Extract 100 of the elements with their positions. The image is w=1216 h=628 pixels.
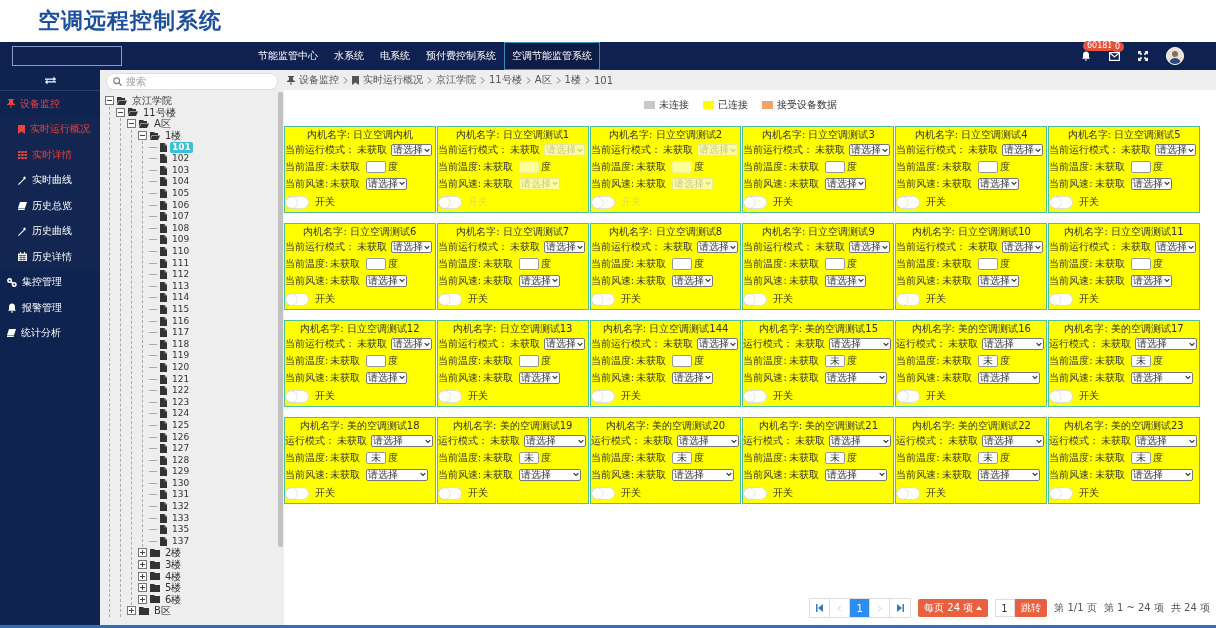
- tree-node[interactable]: 1楼: [163, 130, 184, 142]
- power-switch[interactable]: [1049, 292, 1074, 306]
- power-switch[interactable]: [1049, 389, 1074, 403]
- tree-leaf[interactable]: 112: [170, 269, 192, 281]
- power-switch[interactable]: [743, 195, 768, 209]
- tree-leaf[interactable]: 123: [170, 396, 192, 408]
- tree-leaf[interactable]: 119: [170, 350, 192, 362]
- mode-select[interactable]: 请选择: [1135, 338, 1198, 351]
- tree-leaf[interactable]: 126: [170, 431, 192, 443]
- fan-select[interactable]: 请选择: [824, 177, 866, 190]
- tree-leaf[interactable]: 121: [170, 373, 192, 385]
- tree-leaf[interactable]: 120: [170, 361, 192, 373]
- tree-leaf[interactable]: 104: [170, 176, 192, 188]
- submenu-item[interactable]: 实时运行概况: [0, 116, 100, 142]
- tree-node[interactable]: 3楼: [163, 559, 184, 571]
- mode-select[interactable]: 请选择: [982, 338, 1045, 351]
- mode-select[interactable]: 请选择: [676, 435, 739, 448]
- tree-leaf[interactable]: 124: [170, 408, 192, 420]
- breadcrumb-item[interactable]: 京江学院: [436, 73, 476, 87]
- power-switch[interactable]: [743, 389, 768, 403]
- temp-input[interactable]: [366, 258, 387, 271]
- temp-input[interactable]: 未: [1130, 355, 1151, 368]
- submenu-item[interactable]: 历史曲线: [0, 218, 100, 244]
- temp-input[interactable]: [672, 258, 693, 271]
- mode-select[interactable]: 请选择: [982, 435, 1045, 448]
- temp-input[interactable]: [519, 355, 540, 368]
- mode-select[interactable]: 请选择: [391, 241, 432, 254]
- tree-node[interactable]: 5楼: [163, 582, 184, 594]
- tree-node[interactable]: 6楼: [163, 593, 184, 605]
- collapse-toggle[interactable]: [105, 96, 114, 106]
- fan-select[interactable]: 请选择: [1130, 177, 1172, 190]
- fan-select[interactable]: 请选择: [672, 468, 735, 481]
- tree-leaf[interactable]: 115: [170, 304, 192, 315]
- temp-input[interactable]: 未: [977, 452, 998, 465]
- tree-node[interactable]: 11号楼: [141, 106, 178, 118]
- fan-select[interactable]: 请选择: [366, 371, 408, 384]
- tree-leaf[interactable]: 117: [170, 327, 192, 339]
- fan-select[interactable]: 请选择: [977, 177, 1019, 190]
- tree-leaf[interactable]: 135: [170, 524, 192, 536]
- expand-toggle[interactable]: [138, 583, 147, 593]
- page-input[interactable]: 1: [995, 599, 1016, 617]
- tree-leaf[interactable]: 110: [170, 246, 192, 257]
- mode-select[interactable]: 请选择: [849, 241, 891, 254]
- power-switch[interactable]: [743, 486, 768, 500]
- fan-select[interactable]: 请选择: [672, 371, 714, 384]
- tree-leaf[interactable]: 128: [170, 454, 192, 466]
- mode-select[interactable]: 请选择: [1002, 144, 1044, 157]
- power-switch[interactable]: [590, 292, 615, 306]
- breadcrumb-item[interactable]: 实时运行概况: [363, 73, 423, 87]
- temp-input[interactable]: [977, 161, 998, 174]
- temp-input[interactable]: 未: [672, 452, 693, 465]
- submenu-item[interactable]: 历史详情: [0, 244, 100, 270]
- fan-select[interactable]: 请选择: [519, 468, 582, 481]
- power-switch[interactable]: [437, 292, 462, 306]
- nav-tab[interactable]: 水系统: [326, 42, 372, 70]
- expand-toggle[interactable]: [127, 606, 136, 616]
- tree-leaf[interactable]: 102: [170, 153, 192, 165]
- tree-leaf[interactable]: 111: [170, 257, 192, 269]
- temp-input[interactable]: [824, 161, 845, 174]
- mode-select[interactable]: 请选择: [543, 338, 585, 351]
- toggle-icon[interactable]: [44, 75, 56, 85]
- power-switch[interactable]: [743, 292, 768, 306]
- tree-leaf[interactable]: 127: [170, 443, 192, 455]
- mode-select[interactable]: 请选择: [1155, 144, 1197, 157]
- expand-toggle[interactable]: [138, 560, 147, 570]
- nav-tab[interactable]: 电系统: [372, 42, 418, 70]
- power-switch[interactable]: [1049, 486, 1074, 500]
- fan-select[interactable]: 请选择: [824, 371, 887, 384]
- mode-select[interactable]: 请选择: [543, 241, 585, 254]
- temp-input[interactable]: 未: [824, 355, 845, 368]
- fan-select[interactable]: 请选择: [366, 468, 429, 481]
- tree-leaf[interactable]: 125: [170, 419, 192, 431]
- temp-input[interactable]: [672, 355, 693, 368]
- temp-input[interactable]: [519, 258, 540, 271]
- power-switch[interactable]: [896, 195, 921, 209]
- tree-leaf[interactable]: 130: [170, 477, 192, 489]
- mode-select[interactable]: 请选择: [391, 144, 432, 157]
- temp-input[interactable]: [1130, 258, 1151, 271]
- tree-leaf[interactable]: 137: [170, 535, 192, 547]
- fan-select[interactable]: 请选择: [672, 274, 714, 287]
- menu-item[interactable]: 统计分析: [0, 320, 100, 346]
- nav-tab[interactable]: 预付费控制系统: [418, 42, 504, 70]
- tree-leaf[interactable]: 122: [170, 385, 192, 397]
- notifications-button[interactable]: [1081, 51, 1091, 61]
- breadcrumb-item[interactable]: 11号楼: [489, 73, 522, 87]
- collapse-toggle[interactable]: [127, 119, 136, 129]
- temp-input[interactable]: 未: [519, 452, 540, 465]
- fan-select[interactable]: 请选择: [977, 274, 1019, 287]
- temp-input[interactable]: 未: [366, 452, 387, 465]
- tree-leaf[interactable]: 114: [170, 292, 192, 304]
- fan-select[interactable]: 请选择: [366, 274, 408, 287]
- power-switch[interactable]: [437, 389, 462, 403]
- tree-leaf[interactable]: 116: [170, 315, 192, 327]
- expand-toggle[interactable]: [138, 594, 147, 604]
- nav-tab[interactable]: 空调节能监管系统: [504, 42, 600, 70]
- power-switch[interactable]: [1049, 195, 1074, 209]
- expand-toggle[interactable]: [138, 571, 147, 581]
- fan-select[interactable]: 请选择: [519, 274, 561, 287]
- tree-node[interactable]: 京江学院: [130, 95, 174, 107]
- tree-leaf[interactable]: 133: [170, 512, 192, 524]
